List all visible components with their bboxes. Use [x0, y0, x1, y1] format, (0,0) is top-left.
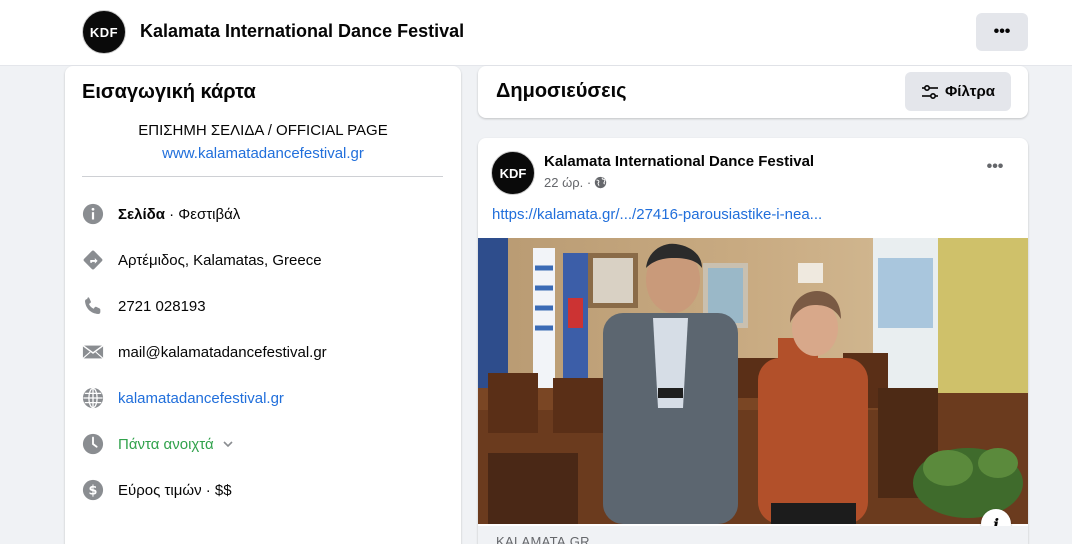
post-time[interactable]: 22 ώρ. ·	[544, 175, 591, 190]
filter-icon	[921, 84, 938, 99]
divider	[82, 176, 443, 177]
intro-bio-link[interactable]: www.kalamatadancefestival.gr	[65, 145, 461, 162]
post-link[interactable]: https://kalamata.gr/.../27416-parousiast…	[492, 206, 822, 223]
intro-card: Εισαγωγική κάρτα ΕΠΙΣΗΜΗ ΣΕΛΙΔΑ / OFFICI…	[65, 66, 461, 544]
info-row-phone: 2721 028193	[82, 294, 206, 318]
phone-icon	[82, 295, 104, 317]
posts-header: Δημοσιεύσεις Φίλτρα	[478, 66, 1028, 118]
post-photo[interactable]	[478, 238, 1028, 524]
info-row-hours[interactable]: Πάντα ανοιχτά	[82, 432, 234, 456]
intro-bio: ΕΠΙΣΗΜΗ ΣΕΛΙΔΑ / OFFICIAL PAGE	[138, 122, 388, 139]
page-logo[interactable]: KDF	[82, 10, 126, 54]
avatar[interactable]: KDF	[491, 151, 535, 195]
globe-icon	[594, 176, 607, 189]
globe-icon	[82, 387, 104, 409]
filter-button[interactable]: Φίλτρα	[905, 72, 1011, 111]
website-link[interactable]: kalamatadancefestival.gr	[118, 390, 284, 407]
chevron-down-icon[interactable]	[222, 438, 234, 450]
hours-text[interactable]: Πάντα ανοιχτά	[118, 436, 214, 453]
info-row-category: Σελίδα · Φεστιβάλ	[82, 202, 240, 226]
filter-label: Φίλτρα	[944, 83, 996, 100]
post-author[interactable]: Kalamata International Dance Festival	[544, 153, 814, 170]
directions-icon	[82, 249, 104, 271]
info-row-email: mail@kalamatadancefestival.gr	[82, 340, 327, 364]
link-preview-source[interactable]: KALAMATA.GR	[478, 526, 1028, 544]
dollar-icon: $	[82, 479, 104, 501]
post-more-button[interactable]: •••	[978, 158, 1012, 182]
post-meta: 22 ώρ. ·	[544, 175, 607, 190]
mail-icon	[82, 341, 104, 363]
clock-icon	[82, 433, 104, 455]
info-row-address: Αρτέμιδος, Kalamatas, Greece	[82, 248, 322, 272]
page-title[interactable]: Kalamata International Dance Festival	[140, 21, 464, 42]
price-range-text: Εύρος τιμών · $$	[118, 481, 232, 499]
category-value[interactable]: · Φεστιβάλ	[165, 206, 240, 223]
info-icon	[82, 203, 104, 225]
posts-heading: Δημοσιεύσεις	[496, 80, 627, 102]
phone-text[interactable]: 2721 028193	[118, 298, 206, 315]
post-card: KDF Kalamata International Dance Festiva…	[478, 138, 1028, 544]
svg-text:$: $	[89, 484, 98, 499]
email-text[interactable]: mail@kalamatadancefestival.gr	[118, 344, 327, 361]
category-label: Σελίδα	[118, 205, 165, 223]
source-domain: KALAMATA.GR	[496, 534, 590, 544]
more-options-button[interactable]: •••	[976, 13, 1028, 51]
address-text: Αρτέμιδος, Kalamatas, Greece	[118, 251, 322, 269]
intro-heading: Εισαγωγική κάρτα	[82, 81, 256, 103]
info-row-price: $ Εύρος τιμών · $$	[82, 478, 232, 502]
page-header: KDF Kalamata International Dance Festiva…	[0, 0, 1072, 66]
info-row-website: kalamatadancefestival.gr	[82, 386, 284, 410]
